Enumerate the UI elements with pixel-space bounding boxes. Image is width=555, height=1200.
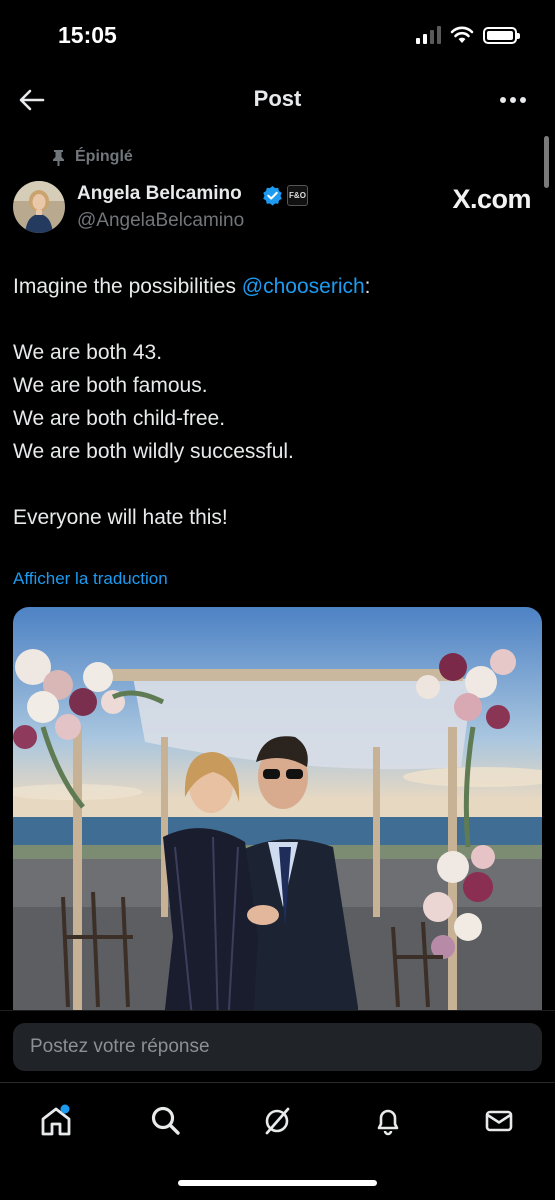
arrow-left-icon: [19, 89, 45, 111]
envelope-icon: [485, 1110, 513, 1132]
pin-icon: [53, 149, 64, 166]
mention-link[interactable]: @chooserich: [242, 275, 365, 298]
tab-notifications[interactable]: [366, 1099, 410, 1143]
reply-input[interactable]: Postez votre réponse: [13, 1023, 542, 1071]
status-bar: 15:05: [0, 0, 555, 72]
page-title: Post: [253, 86, 302, 111]
grok-icon: [265, 1107, 290, 1135]
status-icons: [416, 26, 520, 44]
battery-icon: [483, 26, 520, 44]
tab-home[interactable]: [34, 1099, 78, 1143]
bottom-tab-bar: [0, 1082, 555, 1200]
tweet-line: We are both famous.: [13, 374, 208, 397]
pinned-indicator: Épinglé: [52, 148, 133, 166]
cellular-signal-icon: [416, 26, 441, 44]
affiliate-badge[interactable]: F&O: [287, 185, 308, 206]
wifi-icon: [450, 26, 474, 43]
tweet-line: Everyone will hate this!: [13, 506, 228, 529]
back-button[interactable]: [14, 82, 50, 118]
author-name[interactable]: Angela Belcamino: [77, 183, 242, 205]
post-header: Post: [0, 72, 555, 128]
home-icon: [41, 1104, 71, 1136]
notification-dot: [60, 1104, 70, 1114]
tweet-photo[interactable]: [13, 607, 542, 1027]
show-translation-link[interactable]: Afficher la traduction: [13, 569, 168, 589]
avatar[interactable]: [13, 181, 65, 233]
tweet-line: We are both child-free.: [13, 407, 226, 430]
tweet-line: Imagine the possibilities @chooserich:: [13, 275, 371, 298]
status-time: 15:05: [58, 22, 117, 48]
reply-bar: Postez votre réponse: [0, 1010, 555, 1082]
pinned-label: Épinglé: [75, 148, 133, 165]
search-icon: [151, 1106, 180, 1135]
tab-grok[interactable]: [255, 1099, 299, 1143]
tweet-line: We are both wildly successful.: [13, 440, 294, 463]
tweet-line: We are both 43.: [13, 341, 163, 364]
home-indicator: [178, 1180, 377, 1186]
tweet-text: Imagine the possibilities @chooserich: W…: [13, 270, 533, 534]
watermark: X.com: [452, 184, 531, 214]
more-options-button[interactable]: [493, 84, 533, 116]
tab-messages[interactable]: [477, 1099, 521, 1143]
bell-icon: [377, 1109, 399, 1136]
scroll-indicator: [544, 136, 549, 188]
tab-search[interactable]: [144, 1099, 188, 1143]
verified-badge-icon: [263, 185, 282, 206]
author-handle[interactable]: @AngelaBelcamino: [77, 210, 244, 232]
